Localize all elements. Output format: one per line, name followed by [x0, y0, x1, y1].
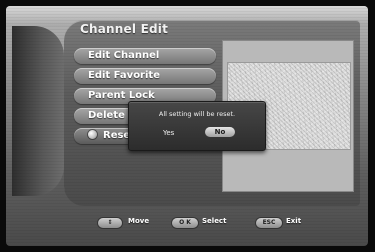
- move-key-icon: ⇕: [98, 218, 122, 228]
- menu-item-label: Edit Channel: [88, 50, 160, 61]
- menu-item-label: Edit Favorite: [88, 70, 160, 81]
- yes-button[interactable]: Yes: [163, 129, 174, 137]
- exit-hint-label: Exit: [286, 217, 302, 225]
- menu-item-label: Delete: [88, 110, 125, 121]
- left-decor-pane: [12, 26, 64, 196]
- dialog-message: All setting will be reset.: [158, 110, 236, 118]
- menu-item-edit-favorite[interactable]: Edit Favorite: [74, 68, 216, 84]
- footer-help-bar: ⇕ Move O K Select ESC Exit: [0, 212, 375, 236]
- page-title: Channel Edit: [80, 22, 168, 36]
- move-hint-label: Move: [128, 217, 150, 225]
- menu-item-label: Parent Lock: [88, 90, 155, 101]
- no-button[interactable]: No: [205, 127, 235, 137]
- menu-item-edit-channel[interactable]: Edit Channel: [74, 48, 216, 64]
- esc-key-icon: ESC: [256, 218, 282, 228]
- select-hint-label: Select: [202, 217, 227, 225]
- ok-key-icon: O K: [172, 218, 198, 228]
- selected-radio-icon: [88, 130, 97, 139]
- reset-confirm-dialog: All setting will be reset. Yes No: [128, 101, 266, 151]
